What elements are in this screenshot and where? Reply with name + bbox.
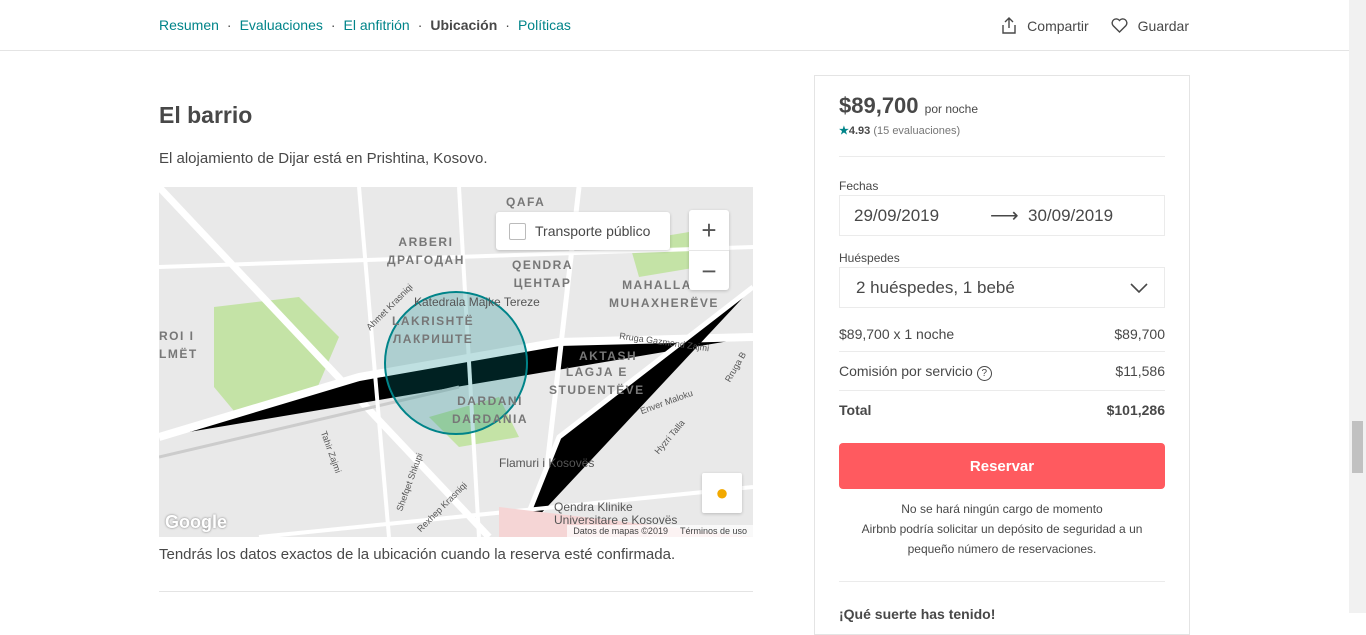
arrow-right-icon: ⟶ — [990, 205, 1019, 227]
section-title: El barrio — [159, 102, 253, 128]
dates-field: 29/09/2019 ⟶ 30/09/2019 — [839, 195, 1165, 236]
map-attribution: Datos de mapas ©2019 — [573, 526, 668, 536]
nav-evaluaciones[interactable]: Evaluaciones — [240, 17, 323, 33]
guests-value: 2 huéspedes, 1 bebé — [856, 277, 1015, 297]
per-night-label: por noche — [924, 102, 979, 116]
area-label: LAKRISHTË ЛАКРИШТЕ — [392, 314, 475, 346]
star-icon: ★ — [839, 125, 849, 137]
checkin-date[interactable]: 29/09/2019 — [854, 206, 990, 226]
transport-label: Transporte público — [535, 223, 651, 239]
separator: · — [226, 17, 232, 33]
location-note: Tendrás los datos exactos de la ubicació… — [159, 546, 676, 563]
zoom-controls: + − — [689, 210, 729, 290]
rating-value: 4.93 — [848, 125, 871, 137]
area-label: DARDANI DARDANIA — [452, 394, 528, 426]
price: $89,700 — [839, 93, 919, 118]
share-button[interactable]: Compartir — [1001, 17, 1089, 34]
separator: · — [417, 17, 423, 33]
google-logo: Google — [165, 512, 227, 532]
area-label: ROI I LMËT — [159, 329, 198, 361]
area-label: QENDRA ЦЕНТАР — [512, 258, 574, 290]
area-label: QAFA — [506, 195, 546, 209]
scrollbar-thumb[interactable] — [1352, 421, 1363, 473]
zoom-out-button[interactable]: − — [689, 251, 729, 291]
save-label: Guardar — [1137, 17, 1189, 34]
price-per-night: $89,700 por noche — [839, 93, 978, 119]
nav-anfitrion[interactable]: El anfitrión — [344, 17, 410, 33]
rating: ★4.93 (15 evaluaciones) — [839, 124, 960, 137]
deposit-note: Airbnb podría solicitar un depósito de s… — [861, 522, 1143, 556]
scrollbar[interactable] — [1349, 0, 1366, 613]
separator: · — [505, 17, 510, 33]
area-label: LAGJA E STUDENTËVE — [549, 365, 645, 397]
help-icon[interactable]: ? — [976, 366, 992, 381]
zoom-in-button[interactable]: + — [689, 210, 729, 251]
booking-card: $89,700 por noche ★4.93 (15 evaluaciones… — [814, 75, 1190, 635]
nightly-calc-value: $89,700 — [1114, 326, 1165, 342]
top-nav: Resumen · Evaluaciones · El anfitrión · Ubi… — [0, 0, 1349, 51]
divider — [839, 581, 1165, 582]
divider — [839, 351, 1165, 352]
section-nav: Resumen · Evaluaciones · El anfitrión · Ubi… — [159, 17, 571, 33]
guests-select[interactable]: 2 huéspedes, 1 bebé — [839, 267, 1165, 308]
service-fee-label-wrap: Comisión por servicio ? — [839, 363, 992, 381]
public-transport-toggle[interactable]: Transporte público — [496, 212, 670, 250]
service-fee-label: Comisión por servicio — [839, 363, 973, 379]
share-label: Compartir — [1027, 17, 1089, 34]
save-button[interactable]: Guardar — [1111, 17, 1189, 34]
dates-label: Fechas — [839, 179, 879, 193]
guests-label: Huéspedes — [839, 251, 900, 265]
reviews-count[interactable]: (15 evaluaciones) — [873, 125, 960, 137]
divider — [839, 156, 1165, 157]
reserve-button[interactable]: Reservar — [839, 443, 1165, 489]
share-icon — [1002, 17, 1016, 34]
street-view-pegman-icon[interactable]: ● — [702, 473, 742, 513]
heart-icon — [1111, 18, 1128, 33]
divider — [839, 390, 1165, 391]
location-intro: El alojamiento de Dijar está en Prishtin… — [159, 150, 488, 167]
lucky-heading: ¡Qué suerte has tenido! — [839, 606, 996, 622]
nightly-calc-label: $89,700 x 1 noche — [839, 326, 955, 342]
poi-label: Katedrala Majke Tereze — [414, 295, 540, 309]
terms-link[interactable]: Términos de uso — [680, 526, 747, 536]
nav-politicas[interactable]: Políticas — [518, 17, 571, 33]
divider — [159, 591, 753, 592]
nav-ubicacion[interactable]: Ubicación — [430, 17, 497, 33]
no-charge-note: No se hará ningún cargo de momento — [901, 502, 1103, 516]
area-label: ARBERI ДРАГОДАН — [387, 235, 465, 267]
poi-label: Flamuri i Kosovës — [499, 456, 595, 470]
map[interactable]: QAFA ARBERI ДРАГОДАН QENDRA ЦЕНТАР MAHAL… — [159, 187, 753, 537]
total-value: $101,286 — [1106, 402, 1165, 418]
checkbox[interactable] — [509, 222, 526, 240]
service-fee-value: $11,586 — [1115, 363, 1165, 379]
nav-resumen[interactable]: Resumen — [159, 17, 219, 33]
separator: · — [330, 17, 336, 33]
poi-label: Qendra Klinike Universitare e Kosovës — [554, 500, 678, 527]
checkout-date[interactable]: 30/09/2019 — [1028, 206, 1113, 226]
total-label: Total — [839, 402, 872, 418]
chevron-down-icon — [1130, 282, 1148, 293]
